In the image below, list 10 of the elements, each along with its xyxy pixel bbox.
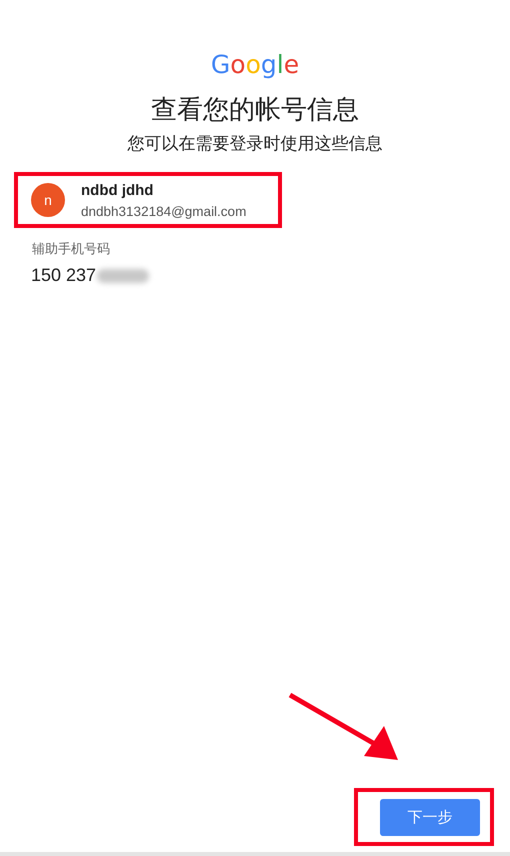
account-name: ndbd jdhd bbox=[81, 182, 154, 198]
field-label: 辅助手机号码 bbox=[32, 240, 111, 258]
avatar: n bbox=[31, 183, 65, 217]
subtitle: 您可以在需要登录时使用这些信息 bbox=[128, 133, 382, 155]
blurred-mark bbox=[97, 268, 150, 282]
account-email: dndbh3132184@gmail.com bbox=[81, 204, 246, 218]
page-title: 查看您的帐号信息 bbox=[151, 93, 359, 126]
google-logo: Google bbox=[210, 50, 300, 80]
next-button[interactable]: 下一步 bbox=[380, 798, 480, 836]
phone-number: 150 237 bbox=[31, 265, 96, 286]
